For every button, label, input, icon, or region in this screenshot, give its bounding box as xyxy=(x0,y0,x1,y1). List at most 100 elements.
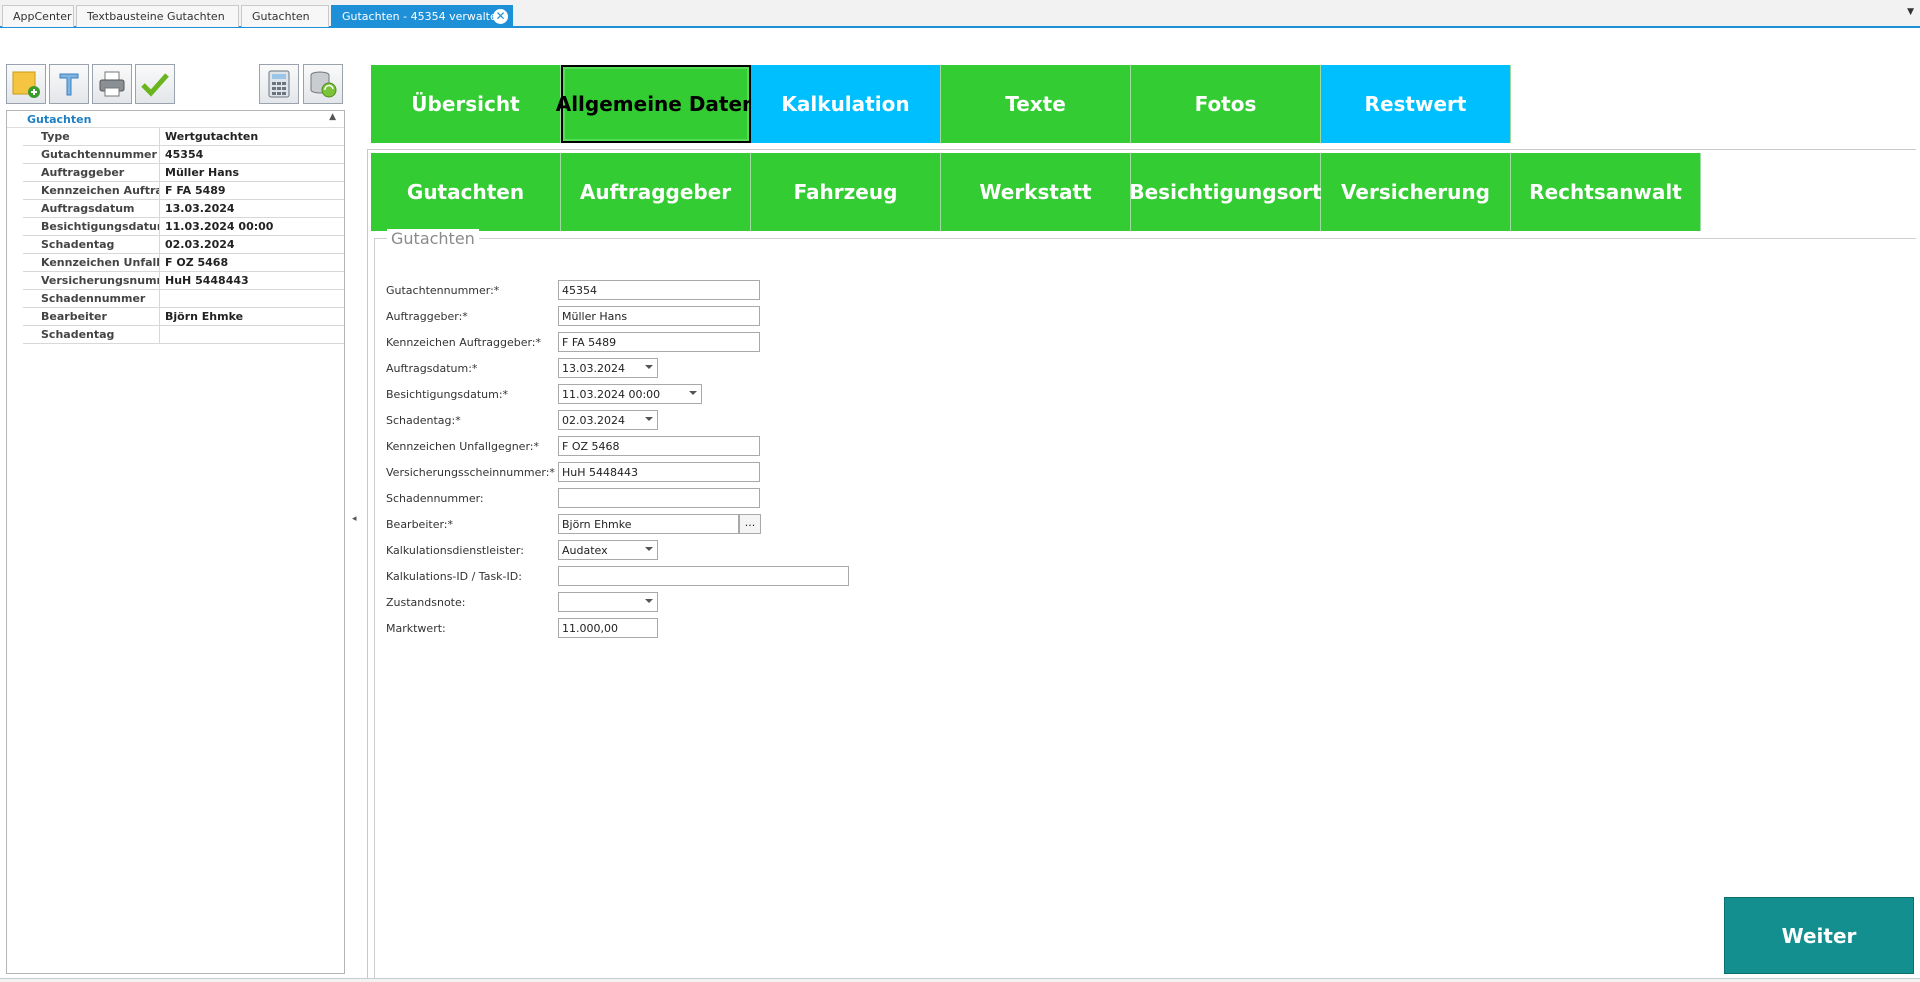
property-name: Kennzeichen Auftragge xyxy=(23,182,160,200)
property-value: Wertgutachten xyxy=(165,130,259,143)
kalkulationsdienstleister-select[interactable]: Audatex xyxy=(558,540,658,560)
nav-fotos[interactable]: Fotos xyxy=(1131,65,1321,143)
schadentag-datepicker[interactable]: 02.03.2024 xyxy=(558,410,658,430)
tab-gutachten-verwalten[interactable]: Gutachten - 45354 verwalten ✕ xyxy=(331,5,513,27)
subnav-gutachten[interactable]: Gutachten xyxy=(371,153,561,231)
nav-label: Restwert xyxy=(1364,92,1467,116)
zustandsnote-select[interactable] xyxy=(558,592,658,612)
schadennummer-input[interactable] xyxy=(558,488,760,508)
chevron-down-icon[interactable]: ▼ xyxy=(1907,7,1914,17)
property-name: Auftragsdatum xyxy=(23,200,160,218)
property-row[interactable]: Schadentag 02.03.2024 xyxy=(23,236,344,254)
versicherungsscheinnummer-input[interactable]: HuH 5448443 xyxy=(558,462,760,482)
nav-allgemeine-daten[interactable]: Allgemeine Daten xyxy=(556,65,756,143)
field-label: Gutachtennummer:* xyxy=(386,284,500,297)
new-note-icon xyxy=(12,71,40,98)
field-label: Kalkulationsdienstleister: xyxy=(386,544,524,557)
tab-label: Textbausteine Gutachten xyxy=(87,10,225,23)
tab-label: AppCenter xyxy=(13,10,72,23)
bearbeiter-browse-button[interactable]: ... xyxy=(739,514,761,534)
field-label: Kalkulations-ID / Task-ID: xyxy=(386,570,522,583)
property-row[interactable]: Schadennummer xyxy=(23,290,344,308)
property-row[interactable]: Type Wertgutachten xyxy=(23,128,344,146)
field-label: Besichtigungsdatum:* xyxy=(386,388,509,401)
nav-label: Allgemeine Daten xyxy=(555,92,757,116)
confirm-button[interactable] xyxy=(135,64,175,104)
marktwert-input[interactable]: 11.000,00 xyxy=(558,618,658,638)
property-row[interactable]: Auftraggeber Müller Hans xyxy=(23,164,344,182)
gutachtennummer-input[interactable]: 45354 xyxy=(558,280,760,300)
subnav-auftraggeber[interactable]: Auftraggeber xyxy=(561,153,751,231)
property-name: Schadentag xyxy=(23,326,160,344)
property-value: 13.03.2024 xyxy=(165,202,235,215)
field-label: Kennzeichen Auftraggeber:* xyxy=(386,336,541,349)
dropdown-arrow-icon[interactable] xyxy=(689,391,697,395)
subnav-label: Besichtigungsort xyxy=(1129,180,1322,204)
field-value: 11.000,00 xyxy=(562,622,618,635)
subnav-rechtsanwalt[interactable]: Rechtsanwalt xyxy=(1511,153,1701,231)
property-value: F FA 5489 xyxy=(165,184,226,197)
close-icon[interactable]: ✕ xyxy=(493,9,508,24)
text-button[interactable] xyxy=(49,64,89,104)
dropdown-arrow-icon[interactable] xyxy=(645,417,653,421)
field-value: 13.03.2024 xyxy=(562,362,625,375)
dropdown-arrow-icon[interactable] xyxy=(645,599,653,603)
text-icon xyxy=(59,73,79,96)
printer-icon xyxy=(99,71,125,97)
collapse-icon[interactable]: ▲ xyxy=(329,112,336,122)
tab-textbausteine[interactable]: Textbausteine Gutachten xyxy=(76,5,239,27)
nav-kalkulation[interactable]: Kalkulation xyxy=(751,65,941,143)
subnav-werkstatt[interactable]: Werkstatt xyxy=(941,153,1131,231)
property-row[interactable]: Versicherungsnummer HuH 5448443 xyxy=(23,272,344,290)
field-label: Schadennummer: xyxy=(386,492,484,505)
subnav-label: Rechtsanwalt xyxy=(1529,180,1682,204)
property-value: 45354 xyxy=(165,148,204,161)
calculator-button[interactable] xyxy=(259,64,299,104)
auftraggeber-input[interactable]: Müller Hans xyxy=(558,306,760,326)
property-row[interactable]: Auftragsdatum 13.03.2024 xyxy=(23,200,344,218)
property-value: Björn Ehmke xyxy=(165,310,244,323)
kalkulations-id-input[interactable] xyxy=(558,566,849,586)
category-label: Gutachten xyxy=(27,113,92,126)
nav-restwert[interactable]: Restwert xyxy=(1321,65,1511,143)
tab-label: Gutachten xyxy=(252,10,310,23)
field-label: Versicherungsscheinnummer:* xyxy=(386,466,555,479)
property-row[interactable]: Kennzeichen Unfallgegn F OZ 5468 xyxy=(23,254,344,272)
weiter-button[interactable]: Weiter xyxy=(1724,897,1914,974)
dropdown-arrow-icon[interactable] xyxy=(645,365,653,369)
property-row[interactable]: Gutachtennummer 45354 xyxy=(23,146,344,164)
field-value: F FA 5489 xyxy=(562,336,617,349)
nav-uebersicht[interactable]: Übersicht xyxy=(371,65,561,143)
nav-texte[interactable]: Texte xyxy=(941,65,1131,143)
status-bar xyxy=(0,978,1920,982)
property-value xyxy=(161,326,344,344)
field-label: Auftraggeber:* xyxy=(386,310,468,323)
property-value: HuH 5448443 xyxy=(165,274,249,287)
tab-gutachten[interactable]: Gutachten xyxy=(241,5,329,27)
splitter-collapse-icon[interactable]: ◂ xyxy=(352,514,357,524)
besichtigungsdatum-datepicker[interactable]: 11.03.2024 00:00 xyxy=(558,384,702,404)
dropdown-arrow-icon[interactable] xyxy=(645,547,653,551)
field-value: 02.03.2024 xyxy=(562,414,625,427)
subnav-versicherung[interactable]: Versicherung xyxy=(1321,153,1511,231)
property-row[interactable]: Schadentag xyxy=(23,326,344,344)
property-row[interactable]: Bearbeiter Björn Ehmke xyxy=(23,308,344,326)
print-button[interactable] xyxy=(92,64,132,104)
nav-label: Kalkulation xyxy=(781,92,910,116)
database-refresh-button[interactable] xyxy=(303,64,343,104)
field-value: Audatex xyxy=(562,544,608,557)
subnav-label: Auftraggeber xyxy=(579,180,732,204)
property-grid-category[interactable]: Gutachten ▲ xyxy=(7,111,344,128)
kennzeichen-auftraggeber-input[interactable]: F FA 5489 xyxy=(558,332,760,352)
subnav-besichtigungsort[interactable]: Besichtigungsort xyxy=(1129,153,1322,231)
property-row[interactable]: Kennzeichen Auftragge F FA 5489 xyxy=(23,182,344,200)
nav-label: Texte xyxy=(1005,92,1066,116)
subnav-fahrzeug[interactable]: Fahrzeug xyxy=(751,153,941,231)
subnav-label: Fahrzeug xyxy=(793,180,898,204)
kennzeichen-unfallgegner-input[interactable]: F OZ 5468 xyxy=(558,436,760,456)
tab-appcenter[interactable]: AppCenter xyxy=(2,5,74,27)
new-note-button[interactable] xyxy=(6,64,46,104)
property-row[interactable]: Besichtigungsdatum 11.03.2024 00:00 xyxy=(23,218,344,236)
bearbeiter-input[interactable]: Björn Ehmke xyxy=(558,514,739,534)
auftragsdatum-datepicker[interactable]: 13.03.2024 xyxy=(558,358,658,378)
